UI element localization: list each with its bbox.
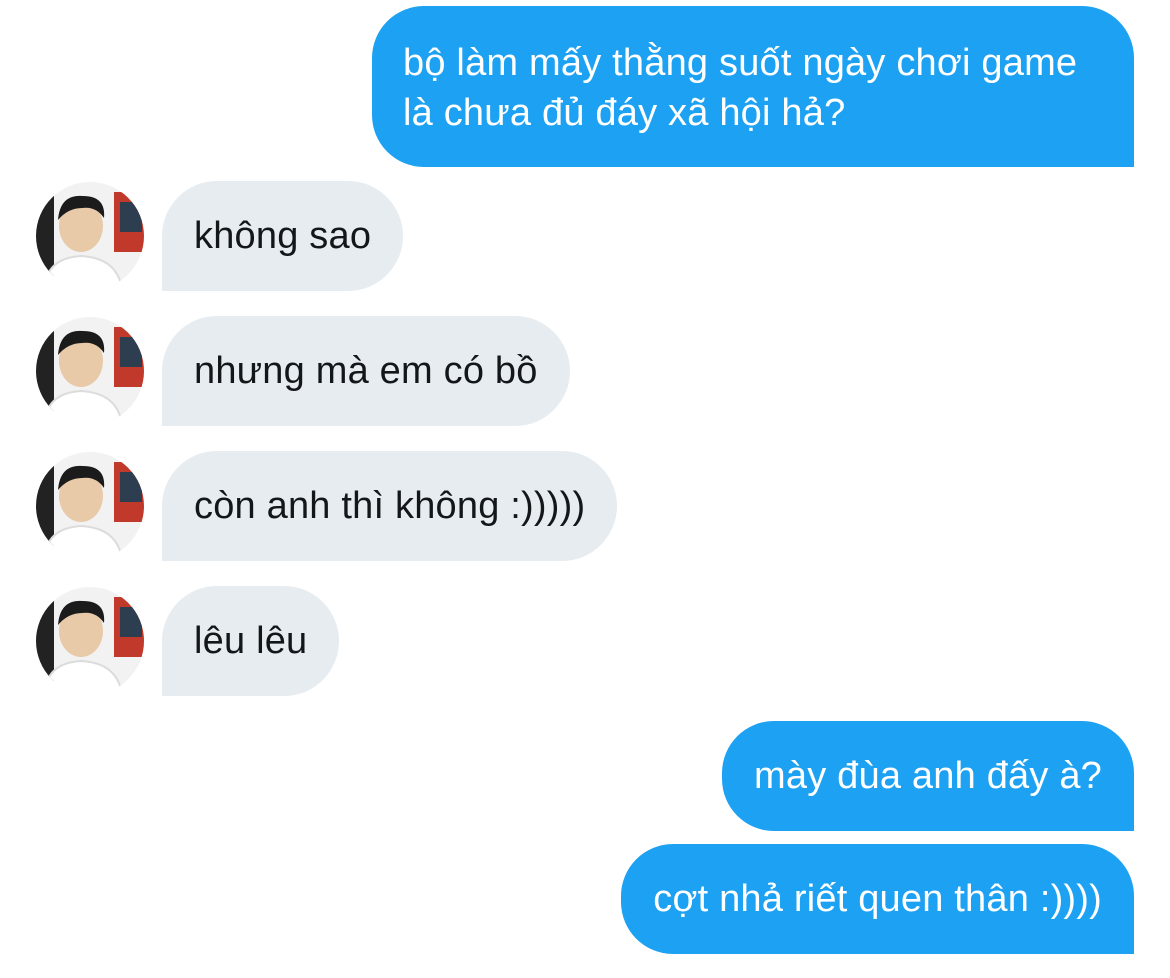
message-text: lêu lêu <box>194 620 308 662</box>
sender-avatar[interactable] <box>36 182 144 290</box>
received-message-bubble[interactable]: lêu lêu <box>162 586 340 696</box>
profile-photo-icon <box>36 452 144 560</box>
message-text: không sao <box>194 215 372 257</box>
message-text: còn anh thì không :))))) <box>194 485 586 527</box>
message-text: mày đùa anh đấy à? <box>754 755 1102 797</box>
sent-message-bubble[interactable]: bộ làm mấy thằng suốt ngày chơi game là … <box>372 6 1134 167</box>
received-message-bubble[interactable]: còn anh thì không :))))) <box>162 451 618 561</box>
profile-photo-icon <box>36 182 144 290</box>
received-message-bubble[interactable]: không sao <box>162 181 404 291</box>
profile-photo-icon <box>36 317 144 425</box>
message-text: nhưng mà em có bồ <box>194 350 538 392</box>
sender-avatar[interactable] <box>36 452 144 560</box>
sent-message-bubble[interactable]: mày đùa anh đấy à? <box>722 721 1134 831</box>
sent-message-bubble[interactable]: cợt nhả riết quen thân :)))) <box>621 844 1134 954</box>
received-message-bubble[interactable]: nhưng mà em có bồ <box>162 316 570 426</box>
sender-avatar[interactable] <box>36 317 144 425</box>
message-text: bộ làm mấy thằng suốt ngày chơi game là … <box>403 42 1078 134</box>
sender-avatar[interactable] <box>36 587 144 695</box>
profile-photo-icon <box>36 587 144 695</box>
message-text: cợt nhả riết quen thân :)))) <box>653 878 1102 920</box>
